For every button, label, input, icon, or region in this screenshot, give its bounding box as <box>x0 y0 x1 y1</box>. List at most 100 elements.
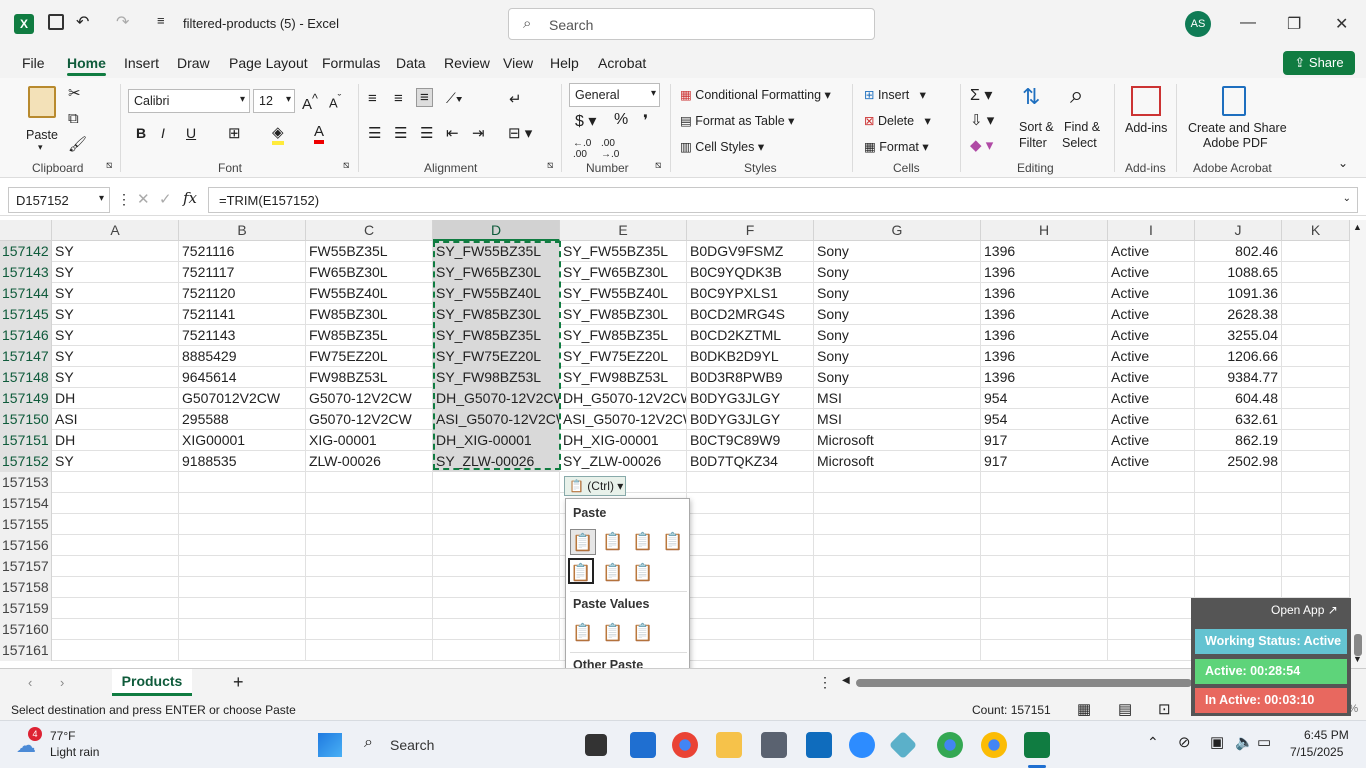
cell-h[interactable] <box>981 472 1108 493</box>
cell-i[interactable]: Active <box>1108 367 1195 388</box>
cell-h[interactable]: 1396 <box>981 325 1108 346</box>
cell-c[interactable] <box>306 493 433 514</box>
cell-b[interactable] <box>179 577 306 598</box>
show-hidden-icons-icon[interactable]: ⌃ <box>1147 734 1159 751</box>
cell-c[interactable] <box>306 577 433 598</box>
paste-options-button[interactable]: 📋 (Ctrl) ▾ <box>564 476 626 496</box>
cell-c[interactable]: FW55BZ35L <box>306 241 433 262</box>
cell-f[interactable]: B0C9YQDK3B <box>687 262 814 283</box>
cell-a[interactable]: DH <box>52 388 179 409</box>
cell-a[interactable]: DH <box>52 430 179 451</box>
normal-view-icon[interactable]: ▦ <box>1077 700 1091 718</box>
display-icon[interactable]: ▣ <box>1210 733 1224 751</box>
cell-a[interactable] <box>52 472 179 493</box>
cell-b[interactable]: 7521120 <box>179 283 306 304</box>
cell-h[interactable]: 954 <box>981 409 1108 430</box>
cell-c[interactable] <box>306 472 433 493</box>
row-header[interactable]: 157156 <box>0 535 52 556</box>
cancel-formula-icon[interactable]: ✕ <box>137 190 150 208</box>
cell-h[interactable]: 1396 <box>981 283 1108 304</box>
cell-b[interactable] <box>179 472 306 493</box>
cell-f[interactable]: B0D3R8PWB9 <box>687 367 814 388</box>
cell-a[interactable] <box>52 640 179 661</box>
cell-g[interactable] <box>814 535 981 556</box>
cell-e[interactable]: SY_FW85BZ30L <box>560 304 687 325</box>
paste-button[interactable]: Paste ▾ <box>22 84 62 154</box>
cell-a[interactable] <box>52 619 179 640</box>
cell-k[interactable] <box>1282 556 1350 577</box>
cell-h[interactable] <box>981 493 1108 514</box>
italic-icon[interactable]: I <box>161 125 165 141</box>
column-header-j[interactable]: J <box>1195 220 1282 241</box>
cell-a[interactable] <box>52 598 179 619</box>
scroll-up-icon[interactable]: ▲ <box>1353 222 1362 232</box>
format-as-table-button[interactable]: ▤ Format as Table ▾ <box>680 113 794 128</box>
more-sheets-icon[interactable]: ⋮ <box>818 674 832 691</box>
cell-c[interactable] <box>306 514 433 535</box>
cell-h[interactable] <box>981 577 1108 598</box>
cell-c[interactable]: FW65BZ30L <box>306 262 433 283</box>
paste-values-source-formatting-icon[interactable]: 📋 <box>630 620 656 646</box>
cell-i[interactable]: Active <box>1108 325 1195 346</box>
cell-b[interactable] <box>179 598 306 619</box>
cell-a[interactable] <box>52 514 179 535</box>
cell-i[interactable]: Active <box>1108 346 1195 367</box>
row-header[interactable]: 157152 <box>0 451 52 472</box>
clock-time[interactable]: 6:45 PM <box>1304 728 1349 742</box>
minimize-icon[interactable]: — <box>1240 14 1256 32</box>
cell-d[interactable] <box>433 493 560 514</box>
cell-k[interactable] <box>1282 493 1350 514</box>
paste-keep-column-widths-icon[interactable]: 📋 <box>600 560 626 586</box>
cell-c[interactable]: G5070-12V2CW <box>306 409 433 430</box>
sheet-tab-products[interactable]: Products <box>112 669 192 696</box>
cell-g[interactable] <box>814 598 981 619</box>
row-header[interactable]: 157161 <box>0 640 52 661</box>
chrome-profile-2-icon[interactable] <box>981 732 1007 758</box>
cell-c[interactable]: G5070-12V2CW <box>306 388 433 409</box>
cell-a[interactable] <box>52 535 179 556</box>
cell-a[interactable]: SY <box>52 346 179 367</box>
cell-j[interactable]: 862.19 <box>1195 430 1282 451</box>
avatar[interactable]: AS <box>1185 11 1211 37</box>
align-left-icon[interactable]: ☰ <box>368 124 381 142</box>
cell-i[interactable] <box>1108 577 1195 598</box>
cut-icon[interactable]: ✂ <box>68 84 81 102</box>
vertical-scrollbar[interactable]: ▲ ▼ <box>1350 220 1366 668</box>
tab-view[interactable]: View <box>503 55 533 71</box>
cell-b[interactable]: 7521143 <box>179 325 306 346</box>
cell-f[interactable] <box>687 640 814 661</box>
row-header[interactable]: 157159 <box>0 598 52 619</box>
cell-h[interactable] <box>981 535 1108 556</box>
cell-i[interactable] <box>1108 598 1195 619</box>
currency-icon[interactable]: $ ▾ <box>575 111 596 131</box>
cell-j[interactable] <box>1195 577 1282 598</box>
ribbon-collapse-icon[interactable]: ⌄ <box>1338 156 1348 170</box>
cell-k[interactable] <box>1282 325 1350 346</box>
file-explorer-icon[interactable] <box>716 732 742 758</box>
horizontal-scroll-thumb[interactable] <box>856 679 1192 687</box>
cell-g[interactable]: Sony <box>814 325 981 346</box>
name-box[interactable]: D157152 ▾ <box>8 187 110 213</box>
cell-f[interactable]: B0DGV9FSMZ <box>687 241 814 262</box>
cell-b[interactable]: 7521117 <box>179 262 306 283</box>
cell-a[interactable]: SY <box>52 262 179 283</box>
find-select-label[interactable]: Find & <box>1064 120 1100 134</box>
cell-h[interactable] <box>981 514 1108 535</box>
comma-icon[interactable]: ❜ <box>643 111 648 131</box>
more-options-icon[interactable]: ⋮ <box>117 191 131 208</box>
cell-c[interactable] <box>306 556 433 577</box>
cell-h[interactable]: 1396 <box>981 346 1108 367</box>
cell-j[interactable] <box>1195 493 1282 514</box>
cell-h[interactable]: 1396 <box>981 262 1108 283</box>
cell-k[interactable] <box>1282 430 1350 451</box>
formula-input[interactable]: =TRIM(E157152) ⌄ <box>208 187 1358 213</box>
calculator-icon[interactable] <box>761 732 787 758</box>
tab-formulas[interactable]: Formulas <box>322 55 380 71</box>
cell-g[interactable] <box>814 619 981 640</box>
cell-g[interactable]: Sony <box>814 367 981 388</box>
cell-k[interactable] <box>1282 346 1350 367</box>
cell-a[interactable] <box>52 556 179 577</box>
insert-function-icon[interactable]: fx <box>183 189 197 207</box>
tab-insert[interactable]: Insert <box>124 55 159 71</box>
cell-f[interactable] <box>687 556 814 577</box>
